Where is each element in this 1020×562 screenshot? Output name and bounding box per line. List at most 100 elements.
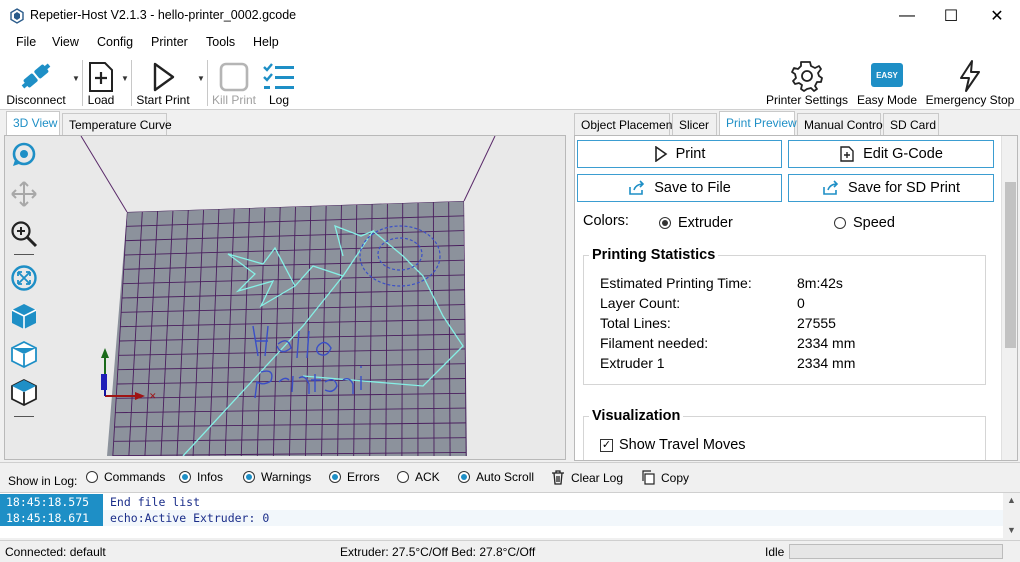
disconnect-button[interactable]: Disconnect (4, 54, 68, 110)
close-button[interactable]: ✕ (974, 0, 1020, 32)
kill-print-button[interactable]: Kill Print (210, 54, 258, 110)
tab-manual-control[interactable]: Manual Control (797, 113, 885, 135)
right-pane: Object Placement Slicer Print Preview Ma… (572, 111, 1020, 461)
zoom-view-icon[interactable] (10, 220, 38, 248)
export-icon (823, 180, 839, 195)
play-icon (153, 62, 175, 92)
export-icon (629, 180, 645, 195)
plug-icon (21, 63, 51, 89)
tab-slicer[interactable]: Slicer (672, 113, 717, 135)
color-speed-radio[interactable]: Speed (834, 215, 895, 231)
toggle-on-icon (243, 471, 255, 483)
toolbar-separator (131, 60, 132, 106)
log-entry: 18:45:18.575 End file list (0, 494, 1003, 510)
load-file-icon (89, 62, 113, 92)
cube-top-icon[interactable] (10, 378, 38, 406)
load-dropdown-icon[interactable]: ▼ (121, 74, 131, 94)
toolbar-separator (82, 60, 83, 106)
printer-settings-button[interactable]: Printer Settings (764, 54, 850, 110)
save-to-file-button[interactable]: Save to File (577, 174, 782, 202)
tab-object-placement[interactable]: Object Placement (574, 113, 676, 135)
scrollbar-thumb[interactable] (1005, 182, 1016, 348)
disconnect-dropdown-icon[interactable]: ▼ (72, 74, 82, 94)
show-in-log-label: Show in Log: (8, 474, 78, 488)
rotate-view-icon[interactable] (10, 140, 38, 168)
toggle-on-icon (179, 471, 191, 483)
checklist-icon (263, 63, 294, 89)
copy-icon (642, 470, 655, 485)
3d-viewport[interactable]: ✕ (4, 135, 566, 460)
add-file-icon (840, 146, 854, 162)
trash-icon (552, 470, 564, 485)
log-options-bar: Show in Log: Commands Infos Warnings Err… (0, 462, 1020, 492)
stat-value: 2334 mm (797, 335, 856, 351)
start-print-button[interactable]: Start Print (134, 54, 192, 110)
menu-file[interactable]: File (16, 35, 36, 49)
stat-label: Estimated Printing Time: (600, 275, 752, 291)
status-bar: Connected: default Extruder: 27.5°C/Off … (0, 540, 1020, 562)
menu-printer[interactable]: Printer (151, 35, 188, 49)
lightning-icon (960, 60, 980, 92)
menu-help[interactable]: Help (253, 35, 279, 49)
clear-log-button[interactable]: Clear Log (551, 470, 623, 485)
save-for-sd-button[interactable]: Save for SD Print (788, 174, 994, 202)
start-print-dropdown-icon[interactable]: ▼ (197, 74, 207, 94)
print-bed-scene: ✕ (80, 136, 496, 456)
scroll-down-icon[interactable]: ▼ (1007, 525, 1016, 535)
minimize-button[interactable]: — (884, 0, 930, 32)
gear-icon (791, 61, 823, 92)
stat-value: 27555 (797, 315, 836, 331)
checkbox-checked-icon: ✓ (600, 438, 613, 452)
show-travel-checkbox[interactable]: ✓ Show Travel Moves (600, 437, 746, 453)
app-icon (10, 8, 24, 24)
tab-print-preview[interactable]: Print Preview (719, 111, 797, 135)
easy-mode-button[interactable]: EASY Easy Mode (856, 54, 918, 110)
edit-gcode-button[interactable]: Edit G-Code (788, 140, 994, 168)
stat-value: 0 (797, 295, 805, 311)
emergency-stop-button[interactable]: Emergency Stop (924, 54, 1016, 110)
tool-separator (14, 416, 34, 417)
log-option-commands[interactable]: Commands (86, 470, 165, 484)
color-extruder-radio[interactable]: Extruder (659, 215, 733, 231)
copy-log-button[interactable]: Copy (641, 470, 689, 485)
log-timestamp: 18:45:18.575 (0, 494, 103, 510)
cube-iso-icon[interactable] (10, 302, 38, 330)
log-option-warnings[interactable]: Warnings (243, 470, 311, 484)
log-option-auto-scroll[interactable]: Auto Scroll (458, 470, 534, 484)
left-pane: 3D View Temperature Curve ✕ (0, 111, 568, 461)
progress-bar (789, 544, 1003, 559)
connection-status: Connected: default (5, 545, 106, 559)
menu-tools[interactable]: Tools (206, 35, 235, 49)
radio-unchecked-icon (834, 217, 846, 229)
print-button[interactable]: Print (577, 140, 782, 168)
log-option-infos[interactable]: Infos (179, 470, 223, 484)
fit-view-icon[interactable] (10, 264, 38, 292)
tab-3d-view[interactable]: 3D View (6, 111, 60, 135)
toggle-off-icon (86, 471, 98, 483)
svg-text:✕: ✕ (149, 391, 157, 401)
toggle-off-icon (397, 471, 409, 483)
panel-scrollbar[interactable] (1001, 136, 1017, 460)
menu-config[interactable]: Config (97, 35, 133, 49)
tab-sd-card[interactable]: SD Card (883, 113, 939, 135)
log-timestamp: 18:45:18.671 (0, 510, 103, 526)
log-option-ack[interactable]: ACK (397, 470, 440, 484)
log-output[interactable]: 18:45:18.575 End file list 18:45:18.671 … (0, 492, 1020, 539)
log-button[interactable]: Log (262, 54, 296, 110)
menu-bar: File View Config Printer Tools Help (0, 32, 1020, 54)
menu-view[interactable]: View (52, 35, 79, 49)
cube-front-icon[interactable] (10, 340, 38, 368)
tab-temperature-curve[interactable]: Temperature Curve (62, 113, 172, 135)
move-view-icon[interactable] (10, 180, 38, 208)
toggle-on-icon (329, 471, 341, 483)
log-scrollbar[interactable]: ▲ ▼ (1003, 493, 1020, 539)
toggle-on-icon (458, 471, 470, 483)
toolbar-separator (207, 60, 208, 106)
log-option-errors[interactable]: Errors (329, 470, 380, 484)
stat-label: Layer Count: (600, 295, 681, 311)
stat-value: 8m:42s (797, 275, 843, 291)
scroll-up-icon[interactable]: ▲ (1007, 495, 1016, 505)
window-title: Repetier-Host V2.1.3 - hello-printer_000… (30, 8, 297, 22)
maximize-button[interactable]: ☐ (928, 0, 974, 32)
load-button[interactable]: Load (84, 54, 118, 110)
